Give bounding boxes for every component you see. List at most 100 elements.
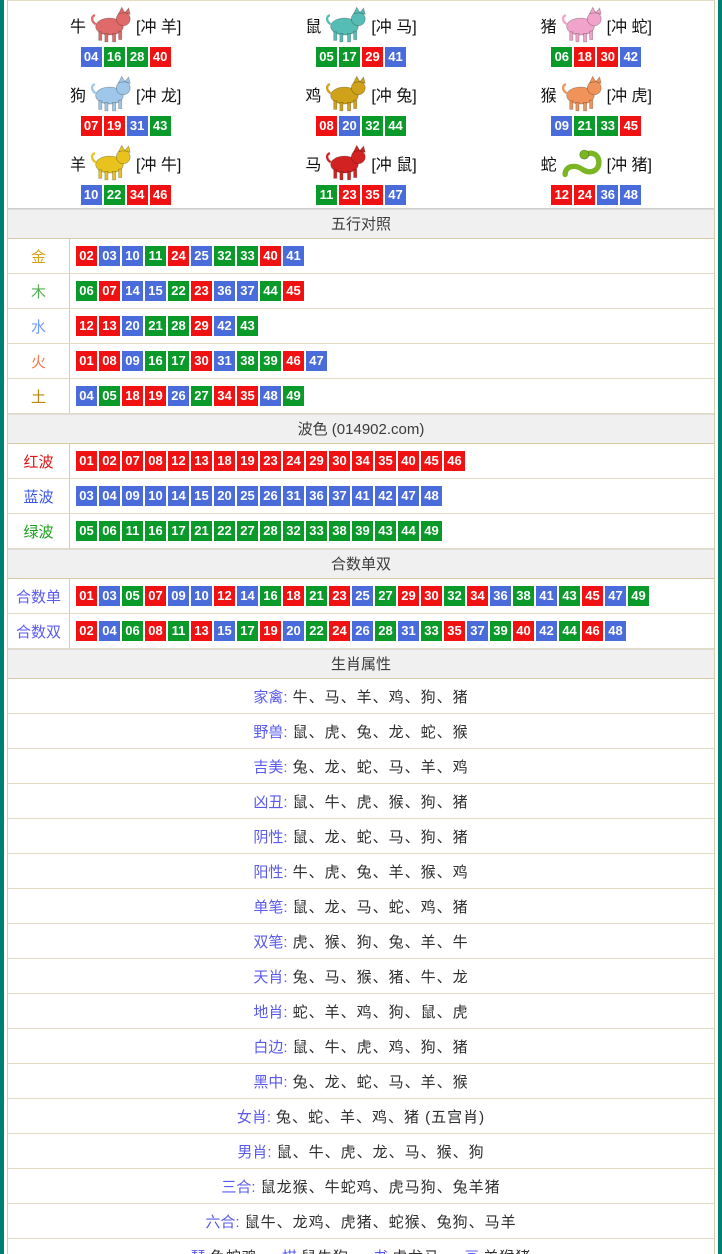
zodiac-name: 鼠: [305, 13, 321, 37]
row-numbers: 0108091617303138394647: [70, 344, 327, 378]
number-ball: 18: [283, 586, 304, 606]
number-row: 火0108091617303138394647: [8, 344, 714, 379]
zodiac-clash-label: [冲 牛]: [136, 151, 181, 175]
number-ball: 02: [76, 621, 97, 641]
attribute-value: 鼠、牛、虎、龙、马、猴、狗: [277, 1141, 485, 1162]
zodiac-name: 狗: [70, 82, 86, 106]
number-ball: 45: [620, 116, 641, 136]
number-ball: 04: [99, 486, 120, 506]
attribute-value: 兔、马、猴、猪、牛、龙: [293, 966, 469, 987]
number-ball: 23: [339, 185, 360, 205]
zodiac-title: 猪[冲 蛇]: [541, 4, 652, 46]
zodiac-cell: 蛇[冲 猪]12243648: [479, 139, 714, 208]
number-ball: 08: [145, 451, 166, 471]
number-ball: 33: [421, 621, 442, 641]
attribute-row: 凶丑:鼠、牛、虎、猴、狗、猪: [8, 784, 714, 819]
attribute-label: 画:: [464, 1249, 483, 1254]
row-label: 火: [8, 344, 70, 378]
row-numbers: 02031011242532334041: [70, 239, 304, 273]
number-ball: 49: [421, 521, 442, 541]
number-ball: 30: [597, 47, 618, 67]
number-ball: 22: [214, 521, 235, 541]
number-ball: 24: [168, 246, 189, 266]
monkey-icon: [559, 74, 605, 114]
attribute-segment: 棋:鼠牛狗: [282, 1246, 349, 1254]
attribute-label: 双笔:: [253, 931, 287, 952]
row-label: 水: [8, 309, 70, 343]
number-ball: 42: [620, 47, 641, 67]
attribute-value: 鼠、龙、蛇、马、狗、猪: [293, 826, 469, 847]
row-label: 绿波: [8, 514, 70, 548]
zodiac-cell: 猴[冲 虎]09213345: [479, 70, 714, 139]
number-ball: 18: [122, 386, 143, 406]
number-ball: 04: [81, 47, 102, 67]
number-ball: 10: [145, 486, 166, 506]
number-ball: 24: [329, 621, 350, 641]
attribute-value: 虎、猴、狗、兔、羊、牛: [293, 931, 469, 952]
number-ball: 43: [237, 316, 258, 336]
zodiac-name: 蛇: [541, 151, 557, 175]
number-row: 木06071415222336374445: [8, 274, 714, 309]
zodiac-clash-label: [冲 马]: [371, 13, 416, 37]
number-ball: 05: [76, 521, 97, 541]
zodiac-title: 鼠 [冲 马]: [305, 4, 416, 46]
number-ball: 19: [104, 116, 125, 136]
number-ball: 16: [260, 586, 281, 606]
number-ball: 07: [122, 451, 143, 471]
zodiac-title: 马[冲 鼠]: [305, 142, 416, 184]
row-numbers: 0102070812131819232429303435404546: [70, 444, 465, 478]
number-ball: 25: [352, 586, 373, 606]
number-ball: 19: [260, 621, 281, 641]
row-label: 金: [8, 239, 70, 273]
number-ball: 35: [362, 185, 383, 205]
row-label: 土: [8, 379, 70, 413]
zodiac-title: 羊[冲 牛]: [70, 142, 181, 184]
number-ball: 44: [559, 621, 580, 641]
zodiac-cell: 猪[冲 蛇]06183042: [479, 1, 714, 70]
attribute-row: 单笔:鼠、龙、马、蛇、鸡、猪: [8, 889, 714, 924]
number-ball: 37: [467, 621, 488, 641]
number-ball: 47: [385, 185, 406, 205]
row-label: 合数单: [8, 579, 70, 613]
number-ball: 02: [99, 451, 120, 471]
number-ball: 12: [76, 316, 97, 336]
attribute-value: 鼠牛、龙鸡、虎猪、蛇猴、兔狗、马羊: [245, 1211, 517, 1232]
number-ball: 12: [551, 185, 572, 205]
number-ball: 24: [283, 451, 304, 471]
attribute-value: 羊猴猪: [483, 1249, 531, 1254]
attribute-row: 天肖: 兔、马、猴、猪、牛、龙: [8, 959, 714, 994]
number-ball: 03: [99, 586, 120, 606]
number-ball: 36: [306, 486, 327, 506]
number-ball: 21: [306, 586, 327, 606]
number-ball: 07: [145, 586, 166, 606]
number-ball: 48: [620, 185, 641, 205]
zodiac-cell: 牛[冲 羊]04162840: [8, 1, 243, 70]
attribute-label: 天肖:: [253, 966, 287, 987]
row-numbers: 03040910141520252631363741424748: [70, 479, 442, 513]
attribute-value: 鼠、牛、虎、猴、狗、猪: [293, 791, 469, 812]
number-ball: 03: [76, 486, 97, 506]
zodiac-title: 猴[冲 虎]: [541, 73, 652, 115]
attribute-value: 牛、马、羊、鸡、狗、猪: [293, 686, 469, 707]
number-ball: 14: [168, 486, 189, 506]
number-ball: 44: [385, 116, 406, 136]
number-ball: 32: [283, 521, 304, 541]
number-ball: 01: [76, 586, 97, 606]
number-ball: 26: [352, 621, 373, 641]
zodiac-name: 鸡: [305, 82, 321, 106]
number-ball: 12: [214, 586, 235, 606]
number-ball: 14: [237, 586, 258, 606]
zodiac-clash-label: [冲 虎]: [607, 82, 652, 106]
number-ball: 02: [76, 246, 97, 266]
number-ball: 26: [260, 486, 281, 506]
number-ball: 24: [574, 185, 595, 205]
number-ball: 28: [375, 621, 396, 641]
attribute-label: 女肖:: [237, 1106, 271, 1127]
number-ball: 47: [605, 586, 626, 606]
attribute-row: 阳性:牛、虎、兔、羊、猴、鸡: [8, 854, 714, 889]
number-ball: 28: [127, 47, 148, 67]
number-ball: 31: [398, 621, 419, 641]
attribute-segment: 画:羊猴猪: [464, 1246, 531, 1254]
number-ball: 43: [559, 586, 580, 606]
attribute-row: 双笔: 虎、猴、狗、兔、羊、牛: [8, 924, 714, 959]
